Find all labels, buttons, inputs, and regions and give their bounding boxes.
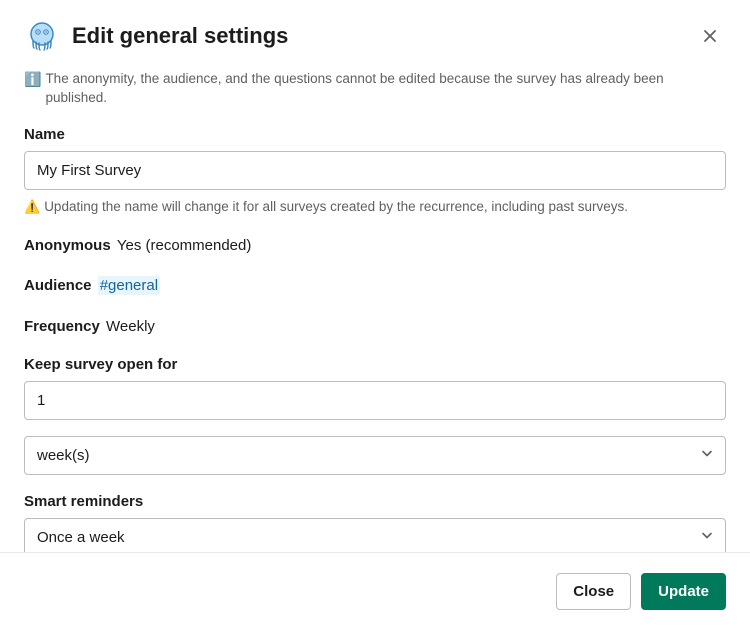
smart-reminders-group: Smart reminders Once a week Smart remind… [24, 493, 726, 552]
close-icon [701, 27, 719, 45]
info-banner: ℹ️ The anonymity, the audience, and the … [24, 70, 726, 108]
keep-open-duration-input[interactable] [24, 381, 726, 420]
keep-open-unit-select[interactable]: week(s) [24, 436, 726, 475]
close-button[interactable]: Close [556, 573, 631, 610]
warning-icon: ⚠️ [24, 198, 40, 216]
frequency-label: Frequency [24, 318, 100, 335]
audience-label: Audience [24, 277, 92, 294]
edit-settings-modal: Edit general settings ℹ️ The anonymity, … [0, 0, 750, 630]
close-x-button[interactable] [694, 20, 726, 52]
audience-row: Audience #general [24, 275, 726, 298]
keep-open-label: Keep survey open for [24, 356, 726, 373]
modal-header: Edit general settings [0, 0, 750, 64]
smart-reminders-label: Smart reminders [24, 493, 726, 510]
anonymous-value: Yes (recommended) [117, 237, 252, 254]
app-icon [24, 18, 60, 54]
update-button[interactable]: Update [641, 573, 726, 610]
name-input[interactable] [24, 151, 726, 190]
modal-content: ℹ️ The anonymity, the audience, and the … [0, 64, 750, 552]
modal-title: Edit general settings [72, 23, 694, 49]
name-warning: ⚠️ Updating the name will change it for … [24, 198, 726, 217]
modal-footer: Close Update [0, 552, 750, 630]
audience-channel-tag: #general [98, 276, 160, 295]
info-icon: ℹ️ [24, 70, 41, 90]
smart-reminders-select[interactable]: Once a week [24, 518, 726, 552]
frequency-row: Frequency Weekly [24, 316, 726, 339]
anonymous-label: Anonymous [24, 237, 111, 254]
name-warning-text: Updating the name will change it for all… [44, 198, 628, 217]
frequency-value: Weekly [106, 318, 155, 335]
anonymous-row: Anonymous Yes (recommended) [24, 235, 726, 258]
name-label: Name [24, 126, 726, 143]
keep-open-group: Keep survey open for week(s) [24, 356, 726, 475]
info-text: The anonymity, the audience, and the que… [45, 70, 726, 108]
